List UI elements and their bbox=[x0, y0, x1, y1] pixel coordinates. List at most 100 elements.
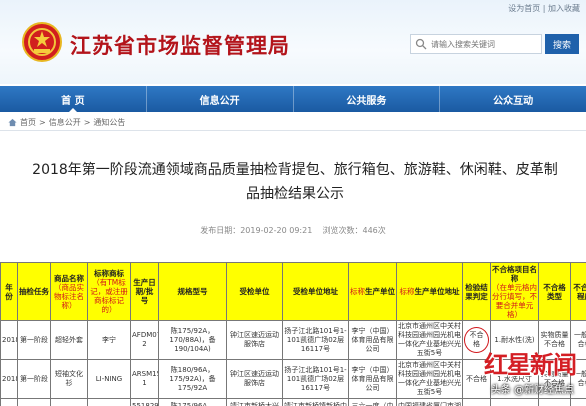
column-header: 规格型号 bbox=[158, 262, 227, 321]
cell-value: 2018 bbox=[2, 335, 17, 344]
breadcrumb-separator: > bbox=[39, 118, 46, 127]
column-header: 受检单位 bbox=[226, 262, 283, 321]
cell-value: 2018 bbox=[2, 374, 17, 383]
cell-value: 北京市通州区中关村科技园通州园光机电一体化产业基地兴光五街5号 bbox=[398, 322, 461, 357]
search-box[interactable] bbox=[410, 34, 542, 54]
column-header-label: 抽检任务 bbox=[19, 287, 49, 296]
active-caret-icon bbox=[68, 108, 77, 112]
column-header-note: （商品实物标注名称） bbox=[54, 282, 84, 310]
article-title: 2018年第一阶段流通领域商品质量抽检背提包、旅行箱包、旅游鞋、休闲鞋、皮革制品… bbox=[32, 162, 558, 202]
column-header: 生产日期/批号 bbox=[130, 262, 159, 321]
nav-public-service-label: 公共服务 bbox=[346, 95, 387, 107]
table-cell: 三六一度（中国）有限公司 bbox=[348, 398, 397, 406]
column-header-label: 年份 bbox=[5, 282, 13, 301]
cell-value: 陈180/96A，175/92A)，备175/92A bbox=[169, 365, 216, 392]
site-title[interactable]: 江苏省市场监督管理局 bbox=[70, 30, 290, 60]
cell-value: 钟江区速迈运动服饰店 bbox=[230, 370, 279, 387]
nav-public-service[interactable]: 公共服务 bbox=[294, 86, 440, 112]
table-cell: 361° bbox=[87, 398, 131, 406]
search-button[interactable]: 搜索 bbox=[545, 34, 579, 54]
table-cell: 2018 bbox=[0, 320, 18, 360]
breadcrumb-separator: > bbox=[83, 118, 91, 127]
column-header-label: 生产日期/批号 bbox=[133, 278, 156, 305]
nav-home[interactable]: 首 页 bbox=[0, 86, 146, 112]
watermark-brand: 红星新闻 bbox=[484, 350, 577, 379]
column-header-label: 不合格项目名称 bbox=[492, 264, 537, 283]
table-cell: 靖江市新桥镇新桥中路25号 bbox=[282, 398, 349, 406]
column-header: 年份 bbox=[0, 262, 18, 321]
table-cell: 5518291591-3 bbox=[130, 398, 159, 406]
cell-value: 中国福建省厦门市湖里区集美区三六一 bbox=[398, 401, 461, 406]
column-header-note: 标称 bbox=[399, 287, 415, 296]
table-cell: AFDM075-2 bbox=[130, 320, 159, 360]
search-input[interactable] bbox=[431, 39, 541, 49]
breadcrumb-home[interactable]: 首页 bbox=[20, 117, 36, 128]
breadcrumb-info-disclosure[interactable]: 信息公开 bbox=[49, 117, 81, 128]
home-icon bbox=[8, 118, 17, 127]
table-cell: 中国福建省厦门市湖里区集美区三六一 bbox=[396, 398, 463, 406]
column-header-label: 规格型号 bbox=[177, 287, 208, 296]
table-cell: 李宁（中国）体育用品有限公司 bbox=[348, 359, 397, 399]
cell-value: 5518291591-3 bbox=[132, 401, 159, 406]
table-cell: 第一阶段 bbox=[17, 398, 51, 406]
table-cell: 北京市通州区中关村科技园通州园光机电一体化产业基地兴光五街5号 bbox=[396, 359, 463, 399]
column-header-label: 生产单位 bbox=[365, 287, 395, 296]
table-cell: 2018 bbox=[0, 359, 18, 399]
column-header-note: （在单元格内分行填写，不要合并单元格） bbox=[492, 282, 537, 319]
column-header: 不合格程度 bbox=[570, 262, 586, 321]
view-count: 浏览次数：446次 bbox=[322, 226, 386, 235]
cell-value: 短袖文化衫 bbox=[55, 370, 83, 387]
cell-value: 靖江市新桥镇新桥中路25号 bbox=[284, 401, 347, 406]
nav-info-disclosure[interactable]: 信息公开 bbox=[147, 86, 293, 112]
table-cell: 陈180/96A，175/92A)，备175/92A bbox=[158, 359, 227, 399]
cell-value: 钟江区速迈运动服饰店 bbox=[230, 331, 279, 348]
search-icon bbox=[415, 38, 427, 50]
cell-value: 陈175/96A，180/100A)，备 bbox=[170, 401, 215, 406]
column-header: 受检单位地址 bbox=[282, 262, 349, 321]
nav-public-interaction[interactable]: 公众互动 bbox=[440, 86, 586, 112]
column-header: 标称商标 （有TM标记，或注册商标标记的） bbox=[87, 262, 131, 321]
table-cell: LI-NING bbox=[87, 359, 131, 399]
site-header: 设为首页 | 加入收藏 江苏省市场监督管理局 搜索 bbox=[0, 0, 586, 84]
nav-home-label: 首 页 bbox=[61, 95, 85, 107]
cell-value: 扬子江北路101号1-101凯德广场02层16117号 bbox=[284, 326, 347, 353]
cell-value: LI-NING bbox=[95, 374, 123, 383]
column-header-label: 检验结果判定 bbox=[465, 282, 488, 301]
column-header-label: 受检单位 bbox=[239, 287, 270, 296]
table-cell: 短袖文化衫 bbox=[50, 359, 88, 399]
nav-public-interaction-label: 公众互动 bbox=[493, 95, 534, 107]
nav-info-disclosure-label: 信息公开 bbox=[199, 95, 240, 107]
column-header: 检验结果判定 bbox=[462, 262, 491, 321]
table-cell: 扬子江北路101号1-101凯德广场02层16117号 bbox=[282, 359, 349, 399]
column-header-label: 不合格程度 bbox=[573, 282, 586, 301]
table-cell: 陈175/96A，180/100A)，备 bbox=[158, 398, 227, 406]
cell-value: 北京市通州区中关村科技园通州园光机电一体化产业基地兴光五街5号 bbox=[398, 361, 461, 396]
breadcrumb: 首页 > 信息公开 > 通知公告 bbox=[8, 117, 125, 128]
top-links[interactable]: 设为首页 | 加入收藏 bbox=[508, 3, 580, 14]
column-header: 标称生产单位地址 bbox=[396, 262, 463, 321]
column-header: 抽检任务 bbox=[17, 262, 51, 321]
cell-value: 第一阶段 bbox=[20, 335, 48, 344]
column-header: 不合格类型 bbox=[538, 262, 571, 321]
cell-value: 李宁（中国）体育用品有限公司 bbox=[351, 365, 394, 392]
table-cell: 第一阶段 bbox=[17, 359, 51, 399]
cell-value: 超轻外套 bbox=[55, 335, 83, 344]
cell-value: ARSM155-1 bbox=[132, 370, 158, 387]
column-header-label: 不合格类型 bbox=[543, 282, 566, 301]
table-cell: ARSM155-1 bbox=[130, 359, 159, 399]
breadcrumb-notices[interactable]: 通知公告 bbox=[93, 117, 125, 128]
table-cell: 靖江市新桥大兴服装店 bbox=[226, 398, 283, 406]
publish-date: 发布日期：2019-02-20 09:21 bbox=[200, 226, 313, 235]
table-header-row: 年份 抽检任务 商品名称 （商品实物标注名称） 标称商标 （有TM标记，或注册商标标记的）… bbox=[0, 262, 586, 321]
column-header-label: 标称商标 bbox=[94, 269, 124, 278]
column-header-note: 标称 bbox=[350, 287, 365, 296]
national-emblem-icon bbox=[22, 22, 62, 62]
cell-value: 李宁 bbox=[102, 335, 116, 344]
table-cell: 扬子江北路101号1-101凯德广场02层16117号 bbox=[282, 320, 349, 360]
table-cell: 陈175/92A，170/88A)，备190/104A) bbox=[158, 320, 227, 360]
column-header-label: 生产单位地址 bbox=[414, 287, 460, 296]
article-meta: 发布日期：2019-02-20 09:21 浏览次数：446次 bbox=[0, 225, 586, 236]
table-cell: 翻领短T恤 bbox=[50, 398, 88, 406]
table-cell: 钟江区速迈运动服饰店 bbox=[226, 320, 283, 360]
main-nav: 首 页 信息公开 公共服务 公众互动 bbox=[0, 86, 586, 112]
